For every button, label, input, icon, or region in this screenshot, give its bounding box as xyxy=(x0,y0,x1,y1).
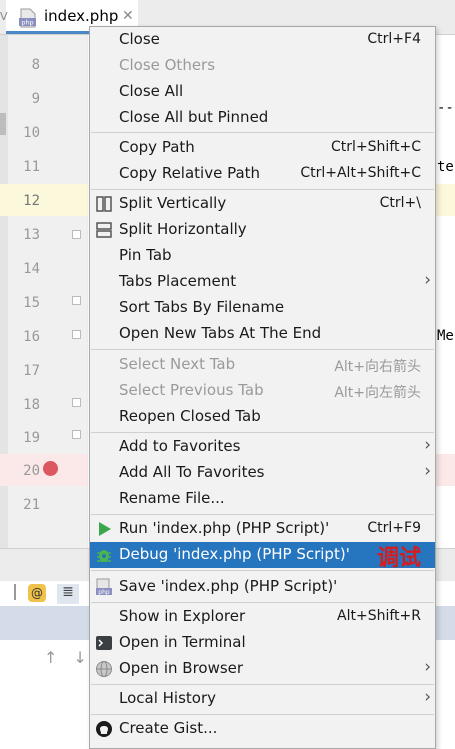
side-letter: V xyxy=(0,10,8,23)
run-icon xyxy=(99,522,111,536)
menu-item-copy-relative-path[interactable]: Copy Relative Path Ctrl+Alt+Shift+C xyxy=(90,161,435,187)
menu-item-create-gist[interactable]: Create Gist... xyxy=(90,716,435,742)
current-line-highlight-right xyxy=(435,184,455,216)
submenu-arrow-icon: › xyxy=(424,270,431,290)
menu-item-add-to-favorites[interactable]: Add to Favorites › xyxy=(90,434,435,460)
tab-context-menu: Close Ctrl+F4 Close Others Close All Clo… xyxy=(89,26,436,749)
php-badge-text: php xyxy=(98,589,110,596)
menu-separator xyxy=(91,432,434,433)
menu-item-reopen-closed-tab[interactable]: Reopen Closed Tab xyxy=(90,404,435,430)
line-number: 15 xyxy=(23,295,40,311)
breakpoint-line-highlight-right xyxy=(435,454,455,486)
fold-marker[interactable] xyxy=(72,430,81,439)
menu-item-add-all-to-favorites[interactable]: Add All To Favorites › xyxy=(90,460,435,486)
menu-item-rename-file[interactable]: Rename File... xyxy=(90,486,435,512)
editor-fragment: Me xyxy=(437,328,454,344)
menu-item-local-history[interactable]: Local History › xyxy=(90,686,435,712)
php-badge-text: php xyxy=(21,19,33,27)
tab-title: index.php xyxy=(44,7,119,25)
submenu-arrow-icon: › xyxy=(424,657,431,677)
fold-marker[interactable] xyxy=(72,330,81,339)
menu-item-close-all[interactable]: Close All xyxy=(90,79,435,105)
submenu-arrow-icon: › xyxy=(424,461,431,481)
menu-separator xyxy=(91,349,434,350)
menu-item-open-in-browser[interactable]: Open in Browser › xyxy=(90,656,435,682)
menu-item-copy-path[interactable]: Copy Path Ctrl+Shift+C xyxy=(90,135,435,161)
line-number: 18 xyxy=(23,397,40,413)
panel-toggle-icon[interactable] xyxy=(0,584,16,600)
line-number: 14 xyxy=(23,261,40,277)
line-number: 11 xyxy=(23,159,40,175)
editor-fragment: -- xyxy=(437,100,454,116)
menu-item-split-vertically[interactable]: Split Vertically Ctrl+\ xyxy=(90,191,435,217)
menu-item-close[interactable]: Close Ctrl+F4 xyxy=(90,27,435,53)
line-number: 16 xyxy=(23,329,40,345)
menu-item-show-in-explorer[interactable]: Show in Explorer Alt+Shift+R xyxy=(90,604,435,630)
menu-item-run[interactable]: Run 'index.php (PHP Script)' Ctrl+F9 xyxy=(90,516,435,542)
fold-marker[interactable] xyxy=(72,398,81,407)
menu-item-open-new-tabs-end[interactable]: Open New Tabs At The End xyxy=(90,321,435,347)
menu-item-save[interactable]: php Save 'index.php (PHP Script)' xyxy=(90,574,435,600)
menu-item-debug[interactable]: Debug 'index.php (PHP Script)' 调试 xyxy=(90,542,435,571)
menu-item-pin-tab[interactable]: Pin Tab xyxy=(90,243,435,269)
line-number: 13 xyxy=(23,227,40,243)
fold-marker[interactable] xyxy=(72,296,81,305)
menu-item-close-others: Close Others xyxy=(119,56,216,74)
terminal-icon xyxy=(96,636,112,650)
structure-icon[interactable]: ≣ xyxy=(57,584,79,604)
editor-fragment: te xyxy=(437,159,454,175)
line-number: 19 xyxy=(23,430,40,446)
php-file-icon: php xyxy=(19,8,36,28)
menu-item-split-horizontally[interactable]: Split Horizontally xyxy=(90,217,435,243)
fold-marker[interactable] xyxy=(72,230,81,239)
menu-item-sort-tabs[interactable]: Sort Tabs By Filename xyxy=(90,295,435,321)
menu-separator xyxy=(91,132,434,133)
menu-separator xyxy=(91,684,434,685)
line-number: 9 xyxy=(31,91,40,107)
menu-item-select-next-tab: Select Next Tab Alt+向右箭头 xyxy=(119,355,421,375)
line-number: 10 xyxy=(23,125,40,141)
menu-separator xyxy=(91,602,434,603)
debug-annotation: 调试 xyxy=(376,546,421,571)
arrow-up-icon[interactable]: ↑ xyxy=(44,648,73,667)
split-vertically-icon xyxy=(96,196,112,212)
menu-item-open-in-terminal[interactable]: Open in Terminal xyxy=(90,630,435,656)
line-number: 12 xyxy=(23,193,40,209)
menu-separator xyxy=(91,570,434,571)
split-horizontally-icon xyxy=(96,222,112,238)
debug-bug-icon xyxy=(97,550,111,562)
menu-separator xyxy=(91,714,434,715)
submenu-arrow-icon: › xyxy=(424,687,431,707)
line-number: 21 xyxy=(23,497,40,513)
menu-item-close-all-but-pinned[interactable]: Close All but Pinned xyxy=(90,105,435,131)
menu-separator xyxy=(91,189,434,190)
line-number: 17 xyxy=(23,363,40,379)
menu-item-tabs-placement[interactable]: Tabs Placement › xyxy=(90,269,435,295)
line-number: 20 xyxy=(23,463,40,479)
submenu-arrow-icon: › xyxy=(424,435,431,455)
menu-item-select-previous-tab: Select Previous Tab Alt+向左箭头 xyxy=(119,381,421,401)
breakpoint-icon[interactable] xyxy=(43,461,58,476)
menu-separator xyxy=(91,514,434,515)
globe-icon xyxy=(96,661,112,677)
github-icon xyxy=(96,721,112,737)
line-number: 8 xyxy=(31,57,40,73)
tab-close-icon[interactable]: ✕ xyxy=(122,8,134,24)
php-save-icon: php xyxy=(96,578,112,596)
at-icon[interactable]: @ xyxy=(28,584,46,602)
